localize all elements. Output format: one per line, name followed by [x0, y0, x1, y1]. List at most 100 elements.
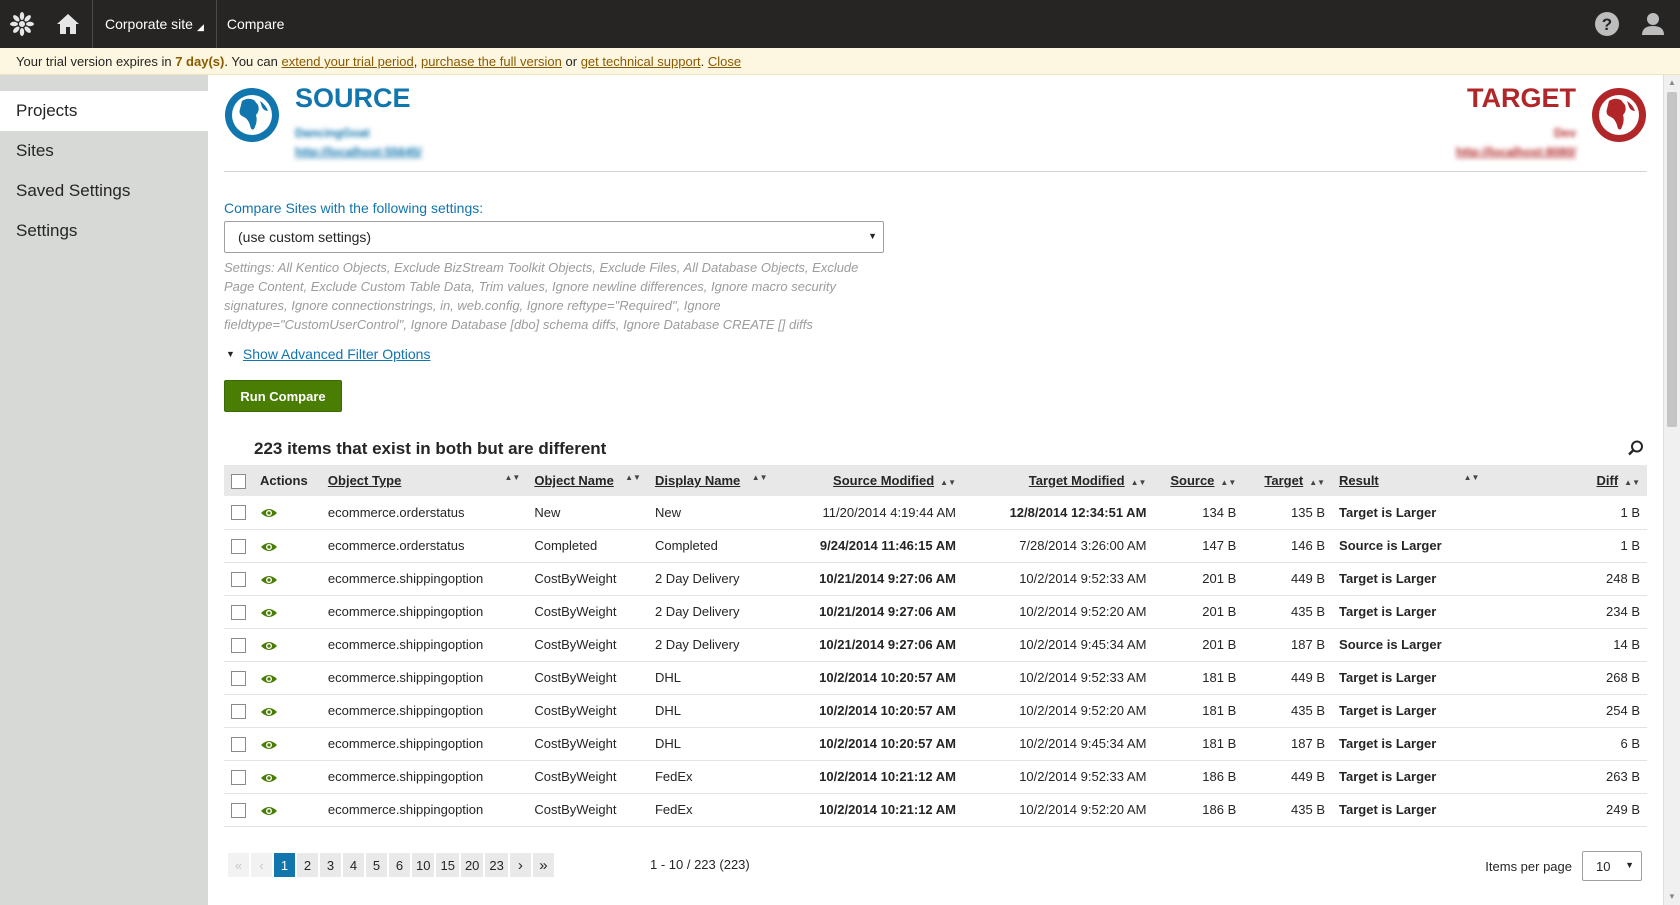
page-button[interactable]: 6 — [389, 853, 410, 877]
row-checkbox[interactable] — [231, 703, 246, 719]
column-object-type[interactable]: Object Type ▲▼ — [320, 465, 528, 496]
sidebar-item-projects[interactable]: Projects — [0, 91, 208, 131]
site-selector[interactable]: Corporate site ◢ — [93, 16, 216, 33]
row-checkbox[interactable] — [231, 736, 246, 752]
row-select-cell — [224, 562, 253, 596]
target-site-url[interactable]: http://localhost:8080/ — [1456, 145, 1576, 159]
support-link[interactable]: get technical support — [581, 54, 701, 69]
view-eye-icon[interactable] — [260, 673, 278, 685]
view-eye-icon[interactable] — [260, 607, 278, 619]
pager-info: 1 - 10 / 223 (223) — [650, 857, 750, 872]
column-label: Diff — [1596, 473, 1619, 488]
help-icon[interactable]: ? — [1592, 9, 1622, 39]
purchase-link[interactable]: purchase the full version — [421, 54, 562, 69]
cell-display-name: FedEx — [647, 793, 775, 827]
column-source-modified[interactable]: Source Modified ▲▼ — [774, 465, 963, 496]
prev-page-button[interactable]: ‹ — [251, 853, 272, 877]
page-button[interactable]: 23 — [485, 853, 508, 877]
cell-target-modified: 10/2/2014 9:52:20 AM — [963, 793, 1154, 827]
table-header-row: Actions Object Type ▲▼ Object Name ▲▼ Disp… — [224, 465, 1647, 496]
column-object-name[interactable]: Object Name ▲▼ — [527, 465, 648, 496]
items-per-page-dropdown[interactable]: 10 ▼ — [1582, 851, 1642, 881]
column-label: Display Name — [654, 473, 741, 488]
cell-object-type: ecommerce.shippingoption — [320, 628, 528, 662]
sidebar-item-saved-settings[interactable]: Saved Settings — [0, 171, 208, 211]
search-icon[interactable] — [1627, 439, 1645, 457]
row-checkbox[interactable] — [231, 505, 246, 521]
row-checkbox[interactable] — [231, 637, 246, 653]
column-result[interactable]: Result ▲▼ — [1332, 465, 1487, 496]
sidebar-item-settings[interactable]: Settings — [0, 211, 208, 251]
next-page-button[interactable]: › — [509, 853, 531, 877]
cell-result: Target is Larger — [1332, 496, 1487, 530]
caret-down-icon: ▼ — [226, 349, 235, 359]
cell-display-name: 2 Day Delivery — [647, 562, 775, 596]
cell-source-size: 147 B — [1153, 529, 1244, 563]
column-label: Source — [1170, 473, 1215, 488]
view-eye-icon[interactable] — [260, 739, 278, 751]
user-icon[interactable] — [1638, 9, 1668, 39]
select-all-checkbox[interactable] — [231, 473, 246, 489]
view-eye-icon[interactable] — [260, 706, 278, 718]
page-button[interactable]: 2 — [297, 853, 318, 877]
first-page-button[interactable]: « — [228, 853, 249, 877]
advanced-filter-link[interactable]: Show Advanced Filter Options — [243, 346, 431, 362]
page-button[interactable]: 15 — [436, 853, 459, 877]
cell-diff: 14 B — [1486, 628, 1647, 662]
cell-source-modified: 10/21/2014 9:27:06 AM — [774, 562, 963, 596]
row-checkbox[interactable] — [231, 571, 246, 587]
scroll-down-icon[interactable]: ▼ — [1664, 889, 1680, 905]
column-target-modified[interactable]: Target Modified ▲▼ — [963, 465, 1154, 496]
advanced-filter-toggle[interactable]: ▼ Show Advanced Filter Options — [226, 346, 430, 362]
page-button[interactable]: 3 — [320, 853, 341, 877]
row-checkbox[interactable] — [231, 538, 246, 554]
column-label: Actions — [260, 473, 308, 488]
sidebar-item-sites[interactable]: Sites — [0, 131, 208, 171]
column-label: Result — [1339, 473, 1379, 488]
close-trial-link[interactable]: Close — [708, 54, 741, 69]
extend-trial-link[interactable]: extend your trial period — [281, 54, 413, 69]
grid-title: 223 items that exist in both but are dif… — [254, 439, 607, 458]
cell-diff: 254 B — [1486, 694, 1647, 728]
view-eye-icon[interactable] — [260, 772, 278, 784]
column-label: Target — [1264, 473, 1304, 488]
row-actions-cell — [253, 529, 321, 563]
source-title: SOURCE — [295, 83, 411, 113]
cell-source-size: 181 B — [1153, 727, 1244, 761]
column-target[interactable]: Target ▲▼ — [1243, 465, 1333, 496]
row-select-cell — [224, 661, 253, 695]
page-button[interactable]: 1 — [274, 853, 295, 877]
source-site-url[interactable]: http://localhost:55645/ — [295, 145, 422, 159]
view-eye-icon[interactable] — [260, 640, 278, 652]
row-checkbox[interactable] — [231, 802, 246, 818]
kentico-logo-icon[interactable] — [0, 0, 44, 48]
page-button[interactable]: 10 — [412, 853, 435, 877]
view-eye-icon[interactable] — [260, 574, 278, 586]
view-eye-icon[interactable] — [260, 805, 278, 817]
page-button[interactable]: 4 — [343, 853, 364, 877]
cell-source-size: 181 B — [1153, 694, 1244, 728]
svg-text:?: ? — [1602, 15, 1612, 34]
page-button[interactable]: 5 — [366, 853, 387, 877]
cell-display-name: New — [647, 496, 775, 530]
vertical-scrollbar[interactable]: ▲ ▼ — [1663, 75, 1680, 905]
home-icon[interactable] — [44, 0, 92, 48]
column-display-name[interactable]: Display Name ▲▼ — [647, 465, 775, 496]
run-compare-button[interactable]: Run Compare — [224, 380, 342, 412]
row-checkbox[interactable] — [231, 670, 246, 686]
view-eye-icon[interactable] — [260, 541, 278, 553]
sort-icon: ▲▼ — [1624, 478, 1640, 487]
page-button[interactable]: 20 — [460, 853, 484, 877]
scroll-up-icon[interactable]: ▲ — [1664, 75, 1680, 91]
sort-icon: ▲▼ — [625, 473, 641, 482]
row-checkbox[interactable] — [231, 604, 246, 620]
last-page-button[interactable]: » — [532, 853, 554, 877]
row-checkbox[interactable] — [231, 769, 246, 785]
cell-object-type: ecommerce.shippingoption — [320, 694, 528, 728]
settings-dropdown[interactable]: (use custom settings) ▼ — [224, 221, 884, 253]
column-diff[interactable]: Diff ▲▼ — [1486, 465, 1647, 496]
column-source[interactable]: Source ▲▼ — [1153, 465, 1244, 496]
scrollbar-thumb[interactable] — [1667, 92, 1677, 427]
cell-source-modified: 10/2/2014 10:20:57 AM — [774, 661, 963, 695]
view-eye-icon[interactable] — [260, 507, 278, 519]
